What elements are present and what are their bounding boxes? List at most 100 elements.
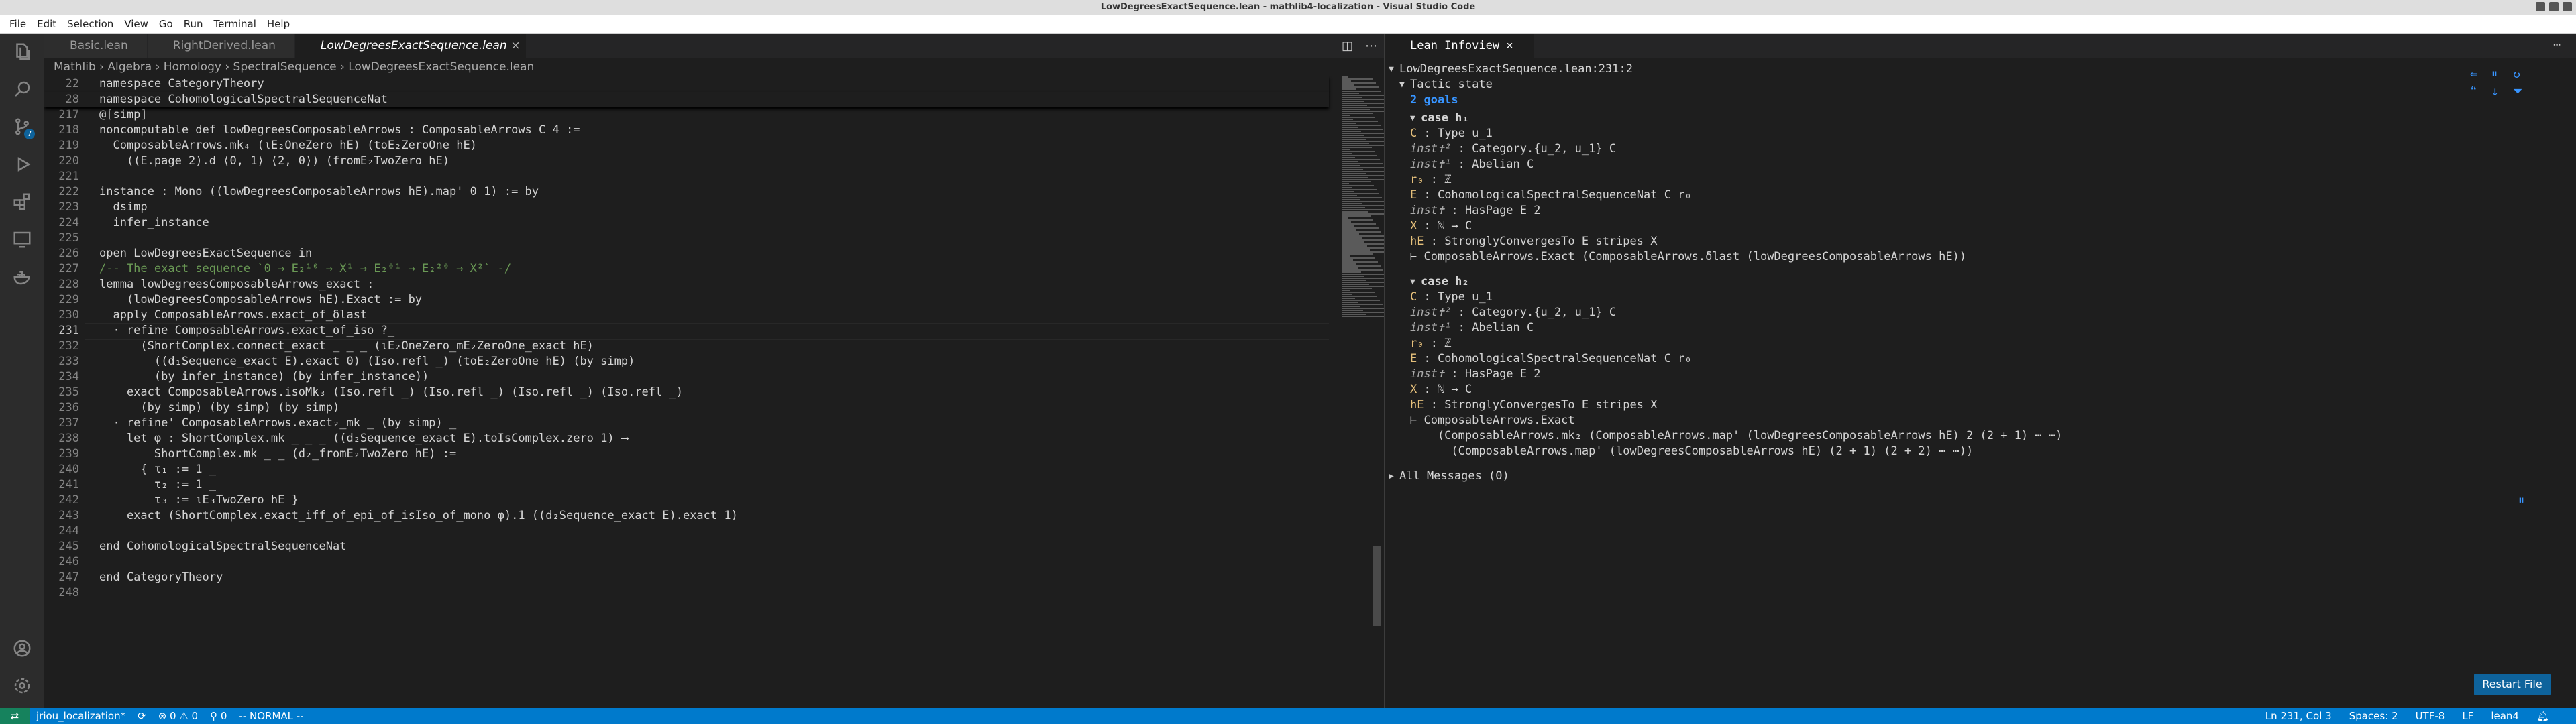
all-messages-toggle-icon[interactable]: ▶ [1389,471,1394,481]
restart-file-button[interactable]: Restart File [2474,674,2551,695]
hypothesis[interactable]: X : ℕ → C [1410,382,1472,398]
code-line[interactable]: 235 exact ComposableArrows.isoMk₃ (Iso.r… [44,385,1329,400]
close-tab-icon[interactable]: × [1506,39,1513,52]
code-line[interactable]: 233 ((d₁Sequence_exact E).exact 0) (Iso.… [44,354,1329,369]
code-line[interactable]: 234 (by infer_instance) (by infer_instan… [44,369,1329,385]
source-control-icon[interactable]: 7 [9,114,35,139]
tab-rightderived-lean[interactable]: RightDerived.lean [147,34,295,58]
goal-target[interactable]: (ComposableArrows.map' (lowDegreesCompos… [1410,444,1973,459]
menu-view[interactable]: View [119,18,154,30]
hypothesis[interactable]: E : CohomologicalSpectralSequenceNat C r… [1410,188,1692,203]
ports-indicator[interactable]: ⚲ 0 [210,708,227,724]
remote-indicator-icon[interactable]: ⇄ [0,708,30,724]
line-ending[interactable]: LF [2462,708,2473,724]
code-line[interactable]: 219 ComposableArrows.mk₄ (ιE₂OneZero hE)… [44,138,1329,154]
hypothesis[interactable]: inst✝ : HasPage E 2 [1410,367,1540,382]
menu-go[interactable]: Go [154,18,178,30]
encoding[interactable]: UTF-8 [2416,708,2445,724]
close-window-icon[interactable] [2563,2,2572,11]
code-line[interactable]: 239 ShortComplex.mk _ _ (d₂_fromE₂TwoZer… [44,446,1329,462]
breadcrumb-item[interactable]: Homology [164,60,221,74]
code-editor[interactable]: 217 @[simp] 218 noncomputable def lowDegree… [44,76,1384,708]
tab-lowdegreesexactsequence-lean[interactable]: LowDegreesExactSequence.lean × [294,34,527,58]
tab-basic-lean[interactable]: Basic.lean [44,34,148,58]
hypothesis[interactable]: inst✝ : HasPage E 2 [1410,203,1540,219]
tactic-state-toggle-icon[interactable]: ▼ [1399,80,1405,90]
accounts-icon[interactable] [9,636,35,661]
tactic-state-header[interactable]: Tactic state [1410,77,1493,93]
code-line[interactable]: 226 open LowDegreesExactSequence in [44,246,1329,261]
goal-target[interactable]: (ComposableArrows.mk₂ (ComposableArrows.… [1410,428,2062,444]
code-line[interactable]: 217 @[simp] [44,107,1329,123]
code-line[interactable]: 238 let φ : ShortComplex.mk _ _ _ ((d₂Se… [44,431,1329,446]
close-tab-icon[interactable]: × [511,34,520,58]
menu-help[interactable]: Help [262,18,295,30]
code-line[interactable]: 237 · refine' ComposableArrows.exact₂_mk… [44,416,1329,431]
hypothesis[interactable]: inst✝¹ : Abelian C [1410,157,1534,172]
cursor-position[interactable]: Ln 231, Col 3 [2265,708,2332,724]
run-debug-icon[interactable] [9,152,35,177]
code-line[interactable]: 227 /-- The exact sequence `0 → E₂¹⁰ → X¹… [44,261,1329,277]
notifications-icon[interactable]: 🔔︎ [2536,708,2549,724]
goal-case-label[interactable]: case h₁ [1421,111,1469,126]
code-line[interactable]: 228 lemma lowDegreesComposableArrows_exac… [44,277,1329,292]
hypothesis[interactable]: hE : StronglyConvergesTo E stripes X [1410,234,1657,249]
hypothesis[interactable]: E : CohomologicalSpectralSequenceNat C r… [1410,351,1692,367]
code-line[interactable]: 224 infer_instance [44,215,1329,231]
code-line[interactable]: 246 [44,554,1329,570]
goal-target[interactable]: ⊢ ComposableArrows.Exact (ComposableArro… [1410,249,1966,265]
menu-selection[interactable]: Selection [62,18,119,30]
git-branch[interactable]: jriou_localization* [36,708,125,724]
split-editor-icon[interactable]: ◫ [1342,39,1353,53]
infoview-location[interactable]: LowDegreesExactSequence.lean:231:2 [1399,62,1633,77]
docker-icon[interactable] [9,264,35,290]
hypothesis[interactable]: inst✝¹ : Abelian C [1410,320,1534,336]
code-line[interactable]: 222 instance : Mono ((lowDegreesComposabl… [44,184,1329,200]
code-line[interactable]: 248 [44,585,1329,601]
breadcrumb-item[interactable]: Algebra [107,60,152,74]
menu-terminal[interactable]: Terminal [209,18,262,30]
sort-down-icon[interactable]: ↓ [2491,84,2499,99]
code-line[interactable]: 223 dsimp [44,200,1329,215]
code-line[interactable]: 221 [44,169,1329,184]
sync-icon[interactable]: ⟳ [138,708,146,724]
code-line[interactable]: 232 (ShortComplex.connect_exact _ _ _ (ι… [44,339,1329,354]
refresh-icon[interactable]: ↻ [2513,67,2520,81]
quote-icon[interactable]: ❝ [2470,84,2477,99]
code-line[interactable]: 218 noncomputable def lowDegreesComposabl… [44,123,1329,138]
extensions-icon[interactable] [9,189,35,215]
maximize-icon[interactable] [2549,2,2559,11]
breadcrumb-item[interactable]: SpectralSequence [233,60,337,74]
explorer-icon[interactable] [9,39,35,64]
more-actions-icon[interactable]: ⋯ [2553,38,2561,52]
sticky-scroll-line[interactable]: 22 namespace CategoryTheory [44,76,1329,92]
code-line[interactable]: 236 (by simp) (by simp) (by simp) [44,400,1329,416]
settings-gear-icon[interactable] [9,673,35,699]
pause-messages-icon[interactable]: ⏸ [2518,493,2524,507]
language-mode[interactable]: lean4 [2491,708,2519,724]
search-icon[interactable] [9,76,35,102]
hypothesis[interactable]: hE : StronglyConvergesTo E stripes X [1410,398,1657,413]
hypothesis[interactable]: C : Type u_1 [1410,290,1493,305]
code-line[interactable]: 242 τ₃ := ιE₃TwoZero hE } [44,493,1329,508]
case-toggle-icon[interactable]: ▼ [1410,113,1415,123]
pause-icon[interactable]: ⏸ [2491,67,2498,81]
location-toggle-icon[interactable]: ▼ [1389,64,1394,74]
menu-run[interactable]: Run [178,18,209,30]
more-actions-icon[interactable]: ⋯ [1365,39,1377,53]
code-line[interactable]: 247 end CategoryTheory [44,570,1329,585]
sticky-scroll-line[interactable]: 28 namespace CohomologicalSpectralSequenc… [44,92,1329,107]
goal-case-label[interactable]: case h₂ [1421,274,1469,290]
case-toggle-icon[interactable]: ▼ [1410,277,1415,287]
hypothesis[interactable]: inst✝² : Category.{u_2, u_1} C [1410,141,1616,157]
menu-edit[interactable]: Edit [32,18,62,30]
problems-indicator[interactable]: ⊗ 0 ⚠ 0 [158,708,198,724]
all-messages-header[interactable]: All Messages (0) [1399,469,1509,484]
code-line[interactable]: 241 τ₂ := 1 _ [44,477,1329,493]
indentation[interactable]: Spaces: 2 [2349,708,2398,724]
code-line[interactable]: 243 exact (ShortComplex.exact_iff_of_epi… [44,508,1329,524]
code-line[interactable]: 245 end CohomologicalSpectralSequenceNat [44,539,1329,554]
breadcrumb-item[interactable]: LowDegreesExactSequence.lean [348,60,534,74]
hypothesis[interactable]: inst✝² : Category.{u_2, u_1} C [1410,305,1616,320]
code-line[interactable]: 244 [44,524,1329,539]
